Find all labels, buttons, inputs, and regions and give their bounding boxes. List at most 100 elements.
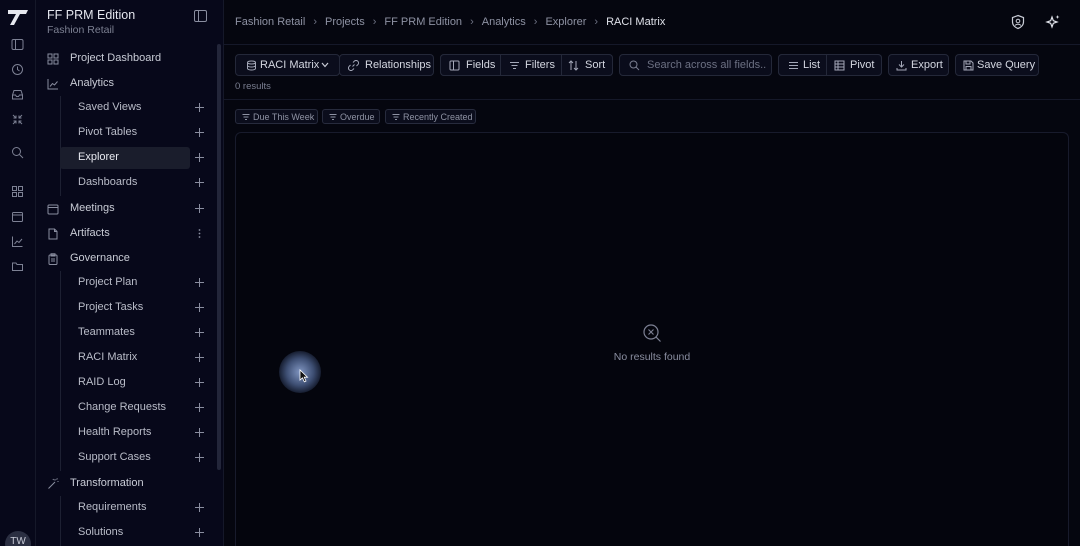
quick-filter-overdue[interactable]: Overdue (322, 109, 380, 124)
user-avatar[interactable]: TW (5, 531, 31, 546)
sidebar-item-pivot-tables[interactable]: Pivot Tables (60, 122, 190, 144)
quick-filter-recently-created[interactable]: Recently Created (385, 109, 476, 124)
relationships-button[interactable]: Relationships (339, 54, 434, 76)
sidebar-item-meetings[interactable]: Meetings (40, 198, 216, 220)
sidebar-item-saved-views[interactable]: Saved Views (60, 97, 190, 119)
sidebar-item-project-dashboard[interactable]: Project Dashboard (40, 48, 216, 70)
add-raci-icon[interactable] (194, 352, 205, 363)
add-pivot-table-icon[interactable] (194, 127, 205, 138)
sidebar-item-label: Pivot Tables (78, 126, 138, 138)
sidebar-item-label: Requirements (78, 501, 147, 513)
sidebar-item-teammates[interactable]: Teammates (60, 322, 190, 344)
sidebar-item-change-requests[interactable]: Change Requests (60, 397, 190, 419)
sidebar-scrollbar[interactable] (217, 44, 221, 470)
sparkles-icon[interactable] (1045, 14, 1061, 30)
pivot-view-button[interactable]: Pivot (827, 54, 882, 76)
breadcrumb-item[interactable]: Analytics (482, 16, 526, 28)
filter-icon (329, 114, 337, 120)
sidebar-item-requirements[interactable]: Requirements (60, 497, 190, 519)
sidebar-item-label: Dashboards (78, 176, 138, 188)
sidebar-item-label: Project Tasks (78, 301, 144, 313)
sidebar-item-explorer[interactable]: Explorer (60, 147, 190, 169)
add-solution-icon[interactable] (194, 527, 205, 538)
add-project-plan-icon[interactable] (194, 277, 205, 288)
more-vertical-icon[interactable] (194, 228, 205, 239)
export-button[interactable]: Export (888, 54, 949, 76)
sidebar-item-label: Explorer (78, 151, 119, 163)
sidebar-item-health-reports[interactable]: Health Reports (60, 422, 190, 444)
add-health-report-icon[interactable] (194, 427, 205, 438)
add-teammate-icon[interactable] (194, 327, 205, 338)
breadcrumb: Fashion Retail › Projects › FF PRM Edition › A… (235, 16, 666, 28)
relationships-label: Relationships (365, 59, 432, 71)
add-meeting-icon[interactable] (194, 203, 205, 214)
add-explorer-icon[interactable] (194, 152, 205, 163)
shield-user-icon[interactable] (1010, 14, 1026, 30)
entity-select[interactable]: RACI Matrix (235, 54, 340, 76)
chart-icon (47, 79, 58, 90)
download-icon (896, 61, 907, 71)
quick-filter-label: Due This Week (253, 112, 315, 122)
breadcrumb-item[interactable]: Projects (325, 16, 365, 28)
add-change-request-icon[interactable] (194, 402, 205, 413)
sidebar-item-project-tasks[interactable]: Project Tasks (60, 297, 190, 319)
list-label: List (803, 59, 821, 71)
sidebar-item-label: Change Requests (78, 401, 167, 413)
save-icon (963, 60, 974, 71)
add-project-task-icon[interactable] (194, 302, 205, 313)
sidebar-item-transformation[interactable]: Transformation (40, 473, 216, 495)
results-panel: No results found (235, 132, 1069, 546)
quick-filter-due-this-week[interactable]: Due This Week (235, 109, 318, 124)
link-icon (348, 60, 359, 71)
inbox-icon[interactable] (11, 88, 24, 101)
sidebar-item-governance[interactable]: Governance (40, 248, 216, 270)
folder-icon[interactable] (11, 260, 24, 273)
add-requirement-icon[interactable] (194, 502, 205, 513)
fields-button[interactable]: Fields (440, 54, 501, 76)
sidebar-item-label: Artifacts (70, 227, 110, 239)
sidebar-item-raci-matrix[interactable]: RACI Matrix (60, 347, 190, 369)
search-icon[interactable] (11, 146, 24, 159)
sidebar-item-support-cases[interactable]: Support Cases (60, 447, 190, 469)
filters-button[interactable]: Filters (501, 54, 561, 76)
sidebar-item-analytics[interactable]: Analytics (40, 73, 216, 95)
add-saved-view-icon[interactable] (194, 102, 205, 113)
history-icon[interactable] (11, 63, 24, 76)
file-icon (48, 228, 58, 240)
sidebar-item-label: Transformation (70, 477, 144, 489)
apps-icon[interactable] (11, 185, 24, 198)
add-support-case-icon[interactable] (194, 452, 205, 463)
sidebar-item-dashboards[interactable]: Dashboards (60, 172, 190, 194)
chart-icon[interactable] (11, 235, 24, 248)
mouse-cursor-icon (299, 369, 309, 383)
collapse-arrows-icon[interactable] (11, 113, 24, 126)
breadcrumb-item[interactable]: Explorer (545, 16, 586, 28)
calendar-icon (47, 204, 59, 215)
filters-label: Filters (525, 59, 555, 71)
sidebar-item-project-plan[interactable]: Project Plan (60, 272, 190, 294)
calendar-icon[interactable] (11, 210, 24, 223)
breadcrumb-current: RACI Matrix (606, 16, 666, 28)
breadcrumb-item[interactable]: FF PRM Edition (384, 16, 462, 28)
list-view-button[interactable]: List (778, 54, 826, 76)
sidebar-item-artifacts[interactable]: Artifacts (40, 223, 216, 245)
list-icon (789, 62, 798, 69)
sort-button[interactable]: Sort (562, 54, 613, 76)
icon-rail: TW (0, 0, 36, 546)
sidebar-toggle-icon[interactable] (194, 10, 207, 22)
add-raid-icon[interactable] (194, 377, 205, 388)
project-subtitle: Fashion Retail (47, 24, 115, 36)
breadcrumb-item[interactable]: Fashion Retail (235, 16, 305, 28)
search-icon (629, 60, 640, 71)
sidebar-item-label: RAID Log (78, 376, 126, 388)
search-input[interactable]: Search across all fields.. (619, 54, 772, 76)
panel-icon[interactable] (11, 38, 24, 51)
fields-label: Fields (466, 59, 496, 71)
sidebar-item-solutions[interactable]: Solutions (60, 522, 190, 544)
app-logo-icon[interactable] (6, 8, 30, 26)
save-query-button[interactable]: Save Query (955, 54, 1039, 76)
add-dashboard-icon[interactable] (194, 177, 205, 188)
sidebar-item-raid-log[interactable]: RAID Log (60, 372, 190, 394)
sidebar: FF PRM Edition Fashion Retail Project Da… (36, 0, 224, 546)
filter-lines-icon (510, 62, 519, 69)
